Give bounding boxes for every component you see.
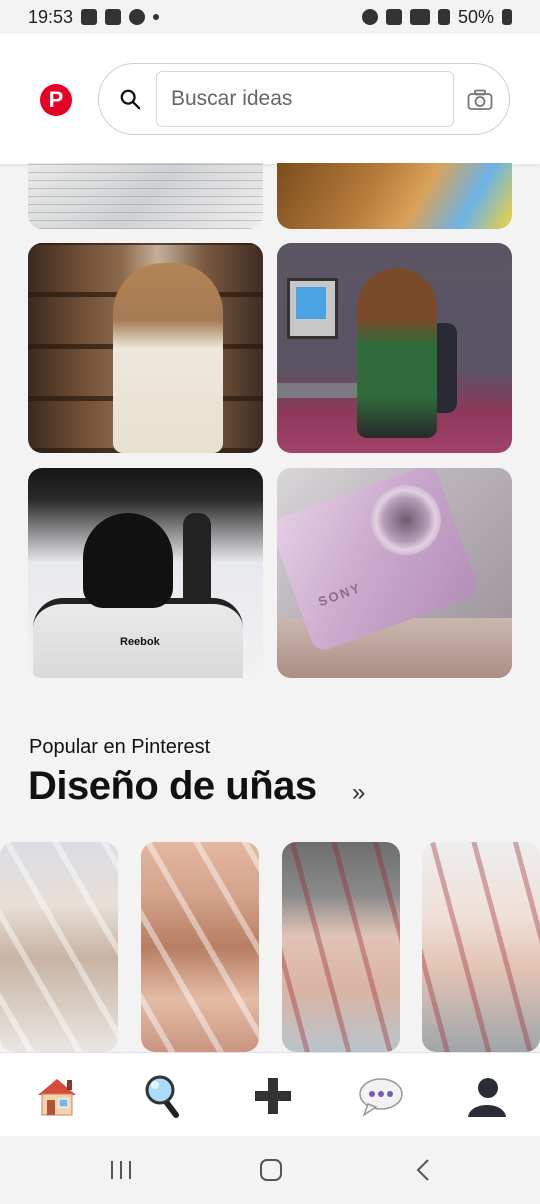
messenger-notification-icon [129,9,146,25]
nail-pattern [0,842,118,1052]
nail-pattern [282,842,400,1052]
recent-apps-icon [111,1161,131,1179]
nail-card-burgundy-hearts[interactable] [422,842,540,1052]
battery-percentage: 50% [457,6,494,27]
wifi-icon [409,9,430,25]
camera-lens [361,475,451,565]
profile-icon [468,1078,506,1117]
nail-pattern [422,842,540,1052]
music-notification-icon [105,9,122,25]
search-bar[interactable] [98,63,510,135]
pin-hockey-player[interactable]: Reebok [28,468,263,678]
see-more-chevron-icon[interactable]: » [352,779,365,807]
nav-search[interactable] [140,1071,190,1121]
nav-create[interactable] [248,1071,298,1121]
nail-pattern [141,842,259,1052]
cartoon-screen [296,287,326,319]
nail-card-red-tips[interactable] [282,842,400,1052]
nav-profile[interactable] [462,1071,512,1121]
nail-card-gold-stars[interactable] [141,842,259,1052]
back-chevron-icon [416,1159,429,1181]
cartoon-monitor [287,278,338,339]
gallery-notification-icon [81,9,98,25]
status-right: 50% [361,6,512,28]
alarm-icon [361,9,378,25]
pin-study-notes[interactable] [28,163,263,229]
pinterest-logo[interactable]: P [40,84,72,116]
more-notifications-icon [153,14,160,20]
status-left: 19:53 [28,6,160,28]
section-title[interactable]: Diseño de uñas [28,764,317,809]
bottom-navigation [0,1052,540,1137]
nail-card-white-french[interactable] [0,842,118,1052]
section-subtitle: Popular en Pinterest [29,736,211,758]
camera-brand-text: SONY [316,579,364,610]
android-back-button[interactable] [408,1154,438,1186]
hockey-helmet [83,513,173,608]
android-navigation-bar [0,1136,540,1204]
mute-icon [385,9,402,25]
nav-home[interactable] [32,1071,82,1121]
status-bar: 19:53 50% [0,0,540,34]
battery-icon [502,9,512,25]
status-time: 19:53 [28,6,74,27]
app-header: P [0,34,540,165]
android-home-icon [260,1159,282,1181]
pin-sony-camera[interactable]: SONY [277,468,512,678]
signal-icon [437,9,450,25]
search-icon [120,89,141,110]
pin-bookshelf-reader[interactable] [28,243,263,453]
recent-apps-button[interactable] [104,1154,138,1186]
home-icon [38,1079,76,1116]
magnifier-icon [145,1075,179,1118]
search-input[interactable] [156,71,454,127]
logo-letter: P [48,87,64,112]
chat-icon [359,1078,403,1117]
notes-lines [28,163,263,229]
pin-cartoon-computer[interactable] [277,243,512,453]
nav-messages[interactable] [356,1071,406,1121]
plus-icon [255,1078,291,1114]
camera-search-icon[interactable] [467,89,493,111]
reader-figure [113,263,223,453]
android-home-button[interactable] [255,1154,287,1186]
cartoon-girl [357,268,437,438]
jersey-brand-text: Reebok [120,636,160,648]
pin-colorful-house[interactable] [277,163,512,229]
